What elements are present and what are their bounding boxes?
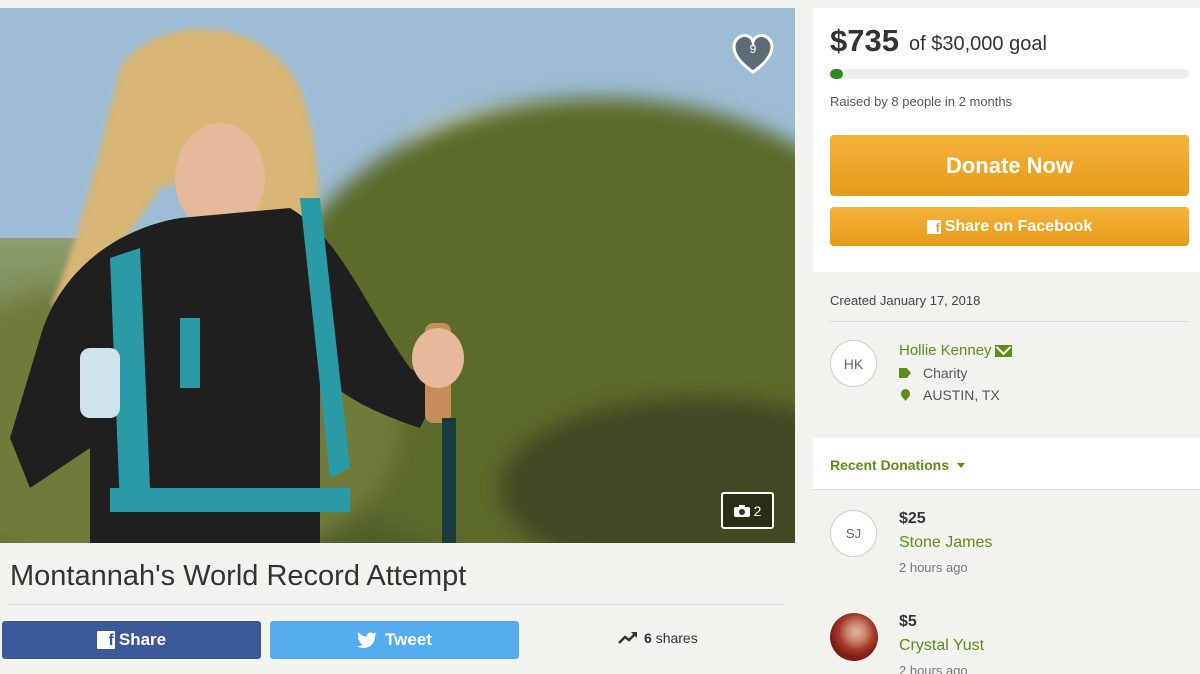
donation-amount: $25 xyxy=(899,510,926,527)
donor-name[interactable]: Crystal Yust xyxy=(899,637,984,655)
photo-gallery-button[interactable]: 2 xyxy=(721,492,774,529)
organizer-category: Charity xyxy=(899,365,967,381)
funding-panel: $735 of $30,000 goal Raised by 8 people … xyxy=(813,8,1200,272)
mail-icon[interactable] xyxy=(994,344,1012,357)
organizer-link[interactable]: Hollie Kenney xyxy=(899,342,1012,359)
tweet-label: Tweet xyxy=(385,630,432,649)
raised-amount: $735 xyxy=(830,23,899,58)
photo-count: 2 xyxy=(753,502,762,519)
twitter-icon xyxy=(357,632,378,648)
donor-name[interactable]: Stone James xyxy=(899,534,992,552)
camera-icon xyxy=(733,504,750,517)
category-label: Charity xyxy=(923,365,968,381)
recent-donations-toggle[interactable]: Recent Donations xyxy=(830,457,966,473)
organizer-name: Hollie Kenney xyxy=(899,342,992,359)
shares-label: shares xyxy=(655,630,698,646)
tweet-button[interactable]: Tweet xyxy=(270,621,519,659)
divider xyxy=(830,321,1188,322)
favorite-button[interactable]: 9 xyxy=(729,30,777,76)
donation-amount: $5 xyxy=(899,613,917,630)
location-label: AUSTIN, TX xyxy=(923,387,1000,403)
recent-donations-header[interactable]: Recent Donations xyxy=(813,438,1200,490)
donor-avatar-photo xyxy=(830,613,878,661)
shares-count: 6 xyxy=(644,630,652,646)
donor-avatar: SJ xyxy=(830,510,877,557)
caret-icon xyxy=(957,462,966,468)
donation-time: 2 hours ago xyxy=(899,560,968,575)
created-date: Created January 17, 2018 xyxy=(830,293,981,308)
campaign-hero-image[interactable]: 9 2 xyxy=(0,8,795,543)
shares-counter: 6 shares xyxy=(618,630,698,646)
tag-icon xyxy=(899,368,911,378)
donation-item: $5 Crystal Yust 2 hours ago xyxy=(830,613,1190,674)
favorite-count: 9 xyxy=(749,42,757,56)
organizer-location: AUSTIN, TX xyxy=(899,387,1000,403)
funding-progress-bar xyxy=(830,69,1189,79)
donation-item: SJ $25 Stone James 2 hours ago xyxy=(830,510,1190,580)
facebook-icon: f xyxy=(96,631,115,649)
facebook-share-label: Share xyxy=(118,630,167,649)
campaign-title: Montannah's World Record Attempt xyxy=(10,560,467,592)
goal-text: of $30,000 goal xyxy=(909,33,1047,55)
facebook-icon: f xyxy=(926,219,941,234)
share-on-facebook-button[interactable]: f Share on Facebook xyxy=(830,207,1189,246)
trend-icon xyxy=(618,632,637,644)
hero-photo xyxy=(0,8,795,543)
facebook-share-button[interactable]: f Share xyxy=(2,621,261,659)
divider xyxy=(8,604,783,605)
organizer-avatar: HK xyxy=(830,340,877,387)
pin-icon xyxy=(901,389,910,401)
funding-progress-fill xyxy=(830,69,843,79)
donation-time: 2 hours ago xyxy=(899,663,968,674)
share-on-facebook-label: Share on Facebook xyxy=(944,217,1093,235)
recent-donations-label: Recent Donations xyxy=(830,457,950,473)
donate-now-button[interactable]: Donate Now xyxy=(830,135,1189,196)
raised-summary: Raised by 8 people in 2 months xyxy=(830,94,1013,109)
